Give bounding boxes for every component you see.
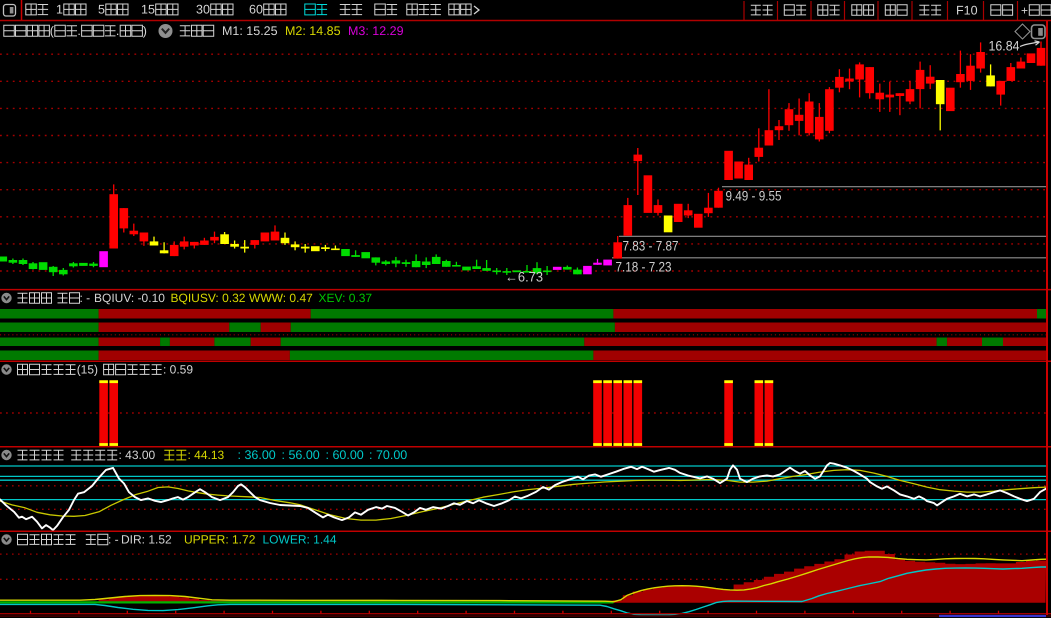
svg-text:+: + [1021,4,1028,18]
svg-text:: 36.00: : 36.00 [238,448,276,462]
svg-text:: 44.13: : 44.13 [188,448,225,462]
svg-text:(15): (15) [77,362,98,376]
svg-text:: 70.00: : 70.00 [369,448,407,462]
svg-text:: 60.00: : 60.00 [326,448,364,462]
svg-text:M3: 12.29: M3: 12.29 [348,24,404,38]
svg-text:16.84: 16.84 [989,39,1020,54]
svg-text:WWW: 0.47: WWW: 0.47 [249,291,313,305]
svg-text:: 56.00: : 56.00 [282,448,320,462]
svg-text:): ) [143,24,147,38]
svg-text:: -: : - [80,291,91,305]
svg-text:M1: 15.25: M1: 15.25 [222,24,278,38]
svg-text:BQIUSV: 0.32: BQIUSV: 0.32 [171,291,246,305]
svg-text:5: 5 [98,2,105,16]
svg-text:: 0.59: : 0.59 [163,363,193,377]
svg-text:LOWER: 1.44: LOWER: 1.44 [263,533,337,547]
svg-text:15: 15 [141,2,155,16]
svg-text:DIR: 1.52: DIR: 1.52 [121,533,172,547]
svg-text:30: 30 [196,2,210,16]
svg-text:BQIUV: -0.10: BQIUV: -0.10 [94,291,165,305]
svg-text:UPPER: 1.72: UPPER: 1.72 [184,533,256,547]
svg-text:F10: F10 [956,4,978,18]
svg-text:M2: 14.85: M2: 14.85 [285,24,341,38]
svg-text:60: 60 [249,2,263,16]
svg-text:XEV: 0.37: XEV: 0.37 [319,291,373,305]
svg-text:: 43.00: : 43.00 [119,448,156,462]
svg-text:7.18 - 7.23: 7.18 - 7.23 [616,259,672,274]
svg-text:7.83 - 7.87: 7.83 - 7.87 [623,238,679,253]
svg-text:.: . [116,24,119,38]
svg-text:1: 1 [56,2,63,16]
svg-text:←6.73: ←6.73 [505,270,543,285]
svg-text:.: . [77,24,80,38]
svg-text:: -: : - [108,533,119,547]
svg-text:9.49 - 9.55: 9.49 - 9.55 [726,189,782,204]
